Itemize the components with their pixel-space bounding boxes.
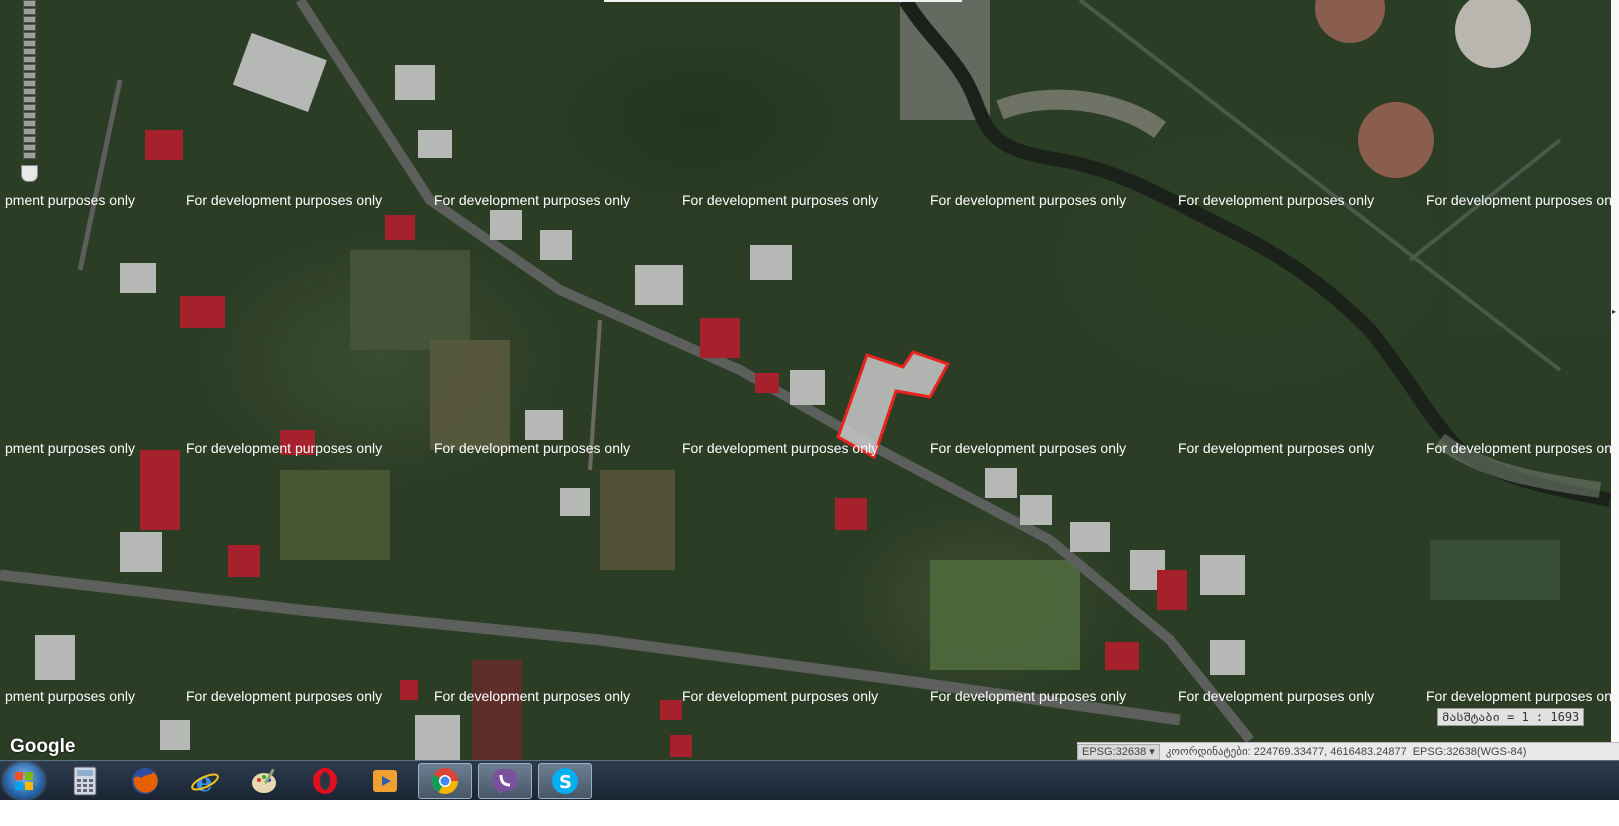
satellite-imagery xyxy=(0,0,1619,760)
watermark: For development purposes only xyxy=(1426,688,1619,704)
google-logo: Google xyxy=(10,736,76,757)
chrome-icon[interactable] xyxy=(418,763,472,799)
svg-text:S: S xyxy=(559,772,572,793)
skype-icon[interactable]: S xyxy=(538,763,592,799)
internet-explorer-icon[interactable]: e xyxy=(178,763,232,799)
zoom-level-tick[interactable] xyxy=(23,64,36,71)
svg-text:e: e xyxy=(196,768,213,796)
watermark: For development purposes only xyxy=(186,688,383,704)
zoom-level-tick[interactable] xyxy=(23,144,36,151)
viber-icon[interactable] xyxy=(478,763,532,799)
zoom-level-tick[interactable] xyxy=(23,96,36,103)
media-player-icon[interactable] xyxy=(358,763,412,799)
watermark: For development purposes only xyxy=(434,192,631,208)
zoom-slider[interactable] xyxy=(21,0,38,184)
zoom-level-tick[interactable] xyxy=(23,40,36,47)
zoom-level-tick[interactable] xyxy=(23,104,36,111)
watermark: For development purposes only xyxy=(682,192,879,208)
watermark: For development purposes only xyxy=(1426,192,1619,208)
side-panel-toggle[interactable]: ▸ xyxy=(1611,0,1619,760)
map-status-bar: EPSG:32638 ▾ კოორდინატები: 224769.33477,… xyxy=(1077,742,1619,761)
zoom-level-tick[interactable] xyxy=(23,24,36,31)
zoom-level-tick[interactable] xyxy=(23,48,36,55)
zoom-level-tick[interactable] xyxy=(23,120,36,127)
calculator-icon[interactable] xyxy=(58,763,112,799)
coordinates-readout: კოორდინატები: 224769.33477, 4616483.2487… xyxy=(1165,746,1407,758)
zoom-level-tick[interactable] xyxy=(23,152,36,159)
watermark: pment purposes only xyxy=(5,688,135,704)
crs-select[interactable]: EPSG:32638 ▾ xyxy=(1077,744,1160,760)
watermark: pment purposes only xyxy=(5,192,135,208)
zoom-level-tick[interactable] xyxy=(23,32,36,39)
taskbar: e S xyxy=(0,760,1619,801)
watermark: pment purposes only xyxy=(5,440,135,456)
firefox-icon[interactable] xyxy=(118,763,172,799)
watermark: For development purposes only xyxy=(682,688,879,704)
paint-icon[interactable] xyxy=(238,763,292,799)
zoom-level-tick[interactable] xyxy=(23,128,36,135)
zoom-level-tick[interactable] xyxy=(23,80,36,87)
scale-indicator: მასშტაბი = 1 : 1693 xyxy=(1437,708,1585,726)
watermark: For development purposes only xyxy=(186,192,383,208)
zoom-level-tick[interactable] xyxy=(23,88,36,95)
watermark: For development purposes only xyxy=(1178,688,1375,704)
opera-icon[interactable] xyxy=(298,763,352,799)
windows-start-icon[interactable] xyxy=(4,763,44,799)
watermark: For development purposes only xyxy=(186,440,383,456)
zoom-level-tick[interactable] xyxy=(23,16,36,23)
zoom-level-tick[interactable] xyxy=(23,56,36,63)
crs-info: EPSG:32638(WGS-84) xyxy=(1412,746,1527,758)
zoom-level-tick[interactable] xyxy=(23,112,36,119)
map-view[interactable]: pment purposes only For development purp… xyxy=(0,0,1619,788)
watermark: For development purposes only xyxy=(1178,192,1375,208)
watermark: For development purposes only xyxy=(434,440,631,456)
watermark: For development purposes only xyxy=(682,440,879,456)
chevron-right-icon[interactable]: ▸ xyxy=(1612,307,1616,316)
watermark: For development purposes only xyxy=(1178,440,1375,456)
watermark: For development purposes only xyxy=(930,192,1127,208)
zoom-slider-thumb[interactable] xyxy=(21,165,38,182)
watermark: For development purposes only xyxy=(434,688,631,704)
screen-bottom-edge xyxy=(0,800,1619,826)
watermark: For development purposes only xyxy=(1426,440,1619,456)
watermark: For development purposes only xyxy=(930,688,1127,704)
zoom-level-tick[interactable] xyxy=(23,136,36,143)
watermark: For development purposes only xyxy=(930,440,1127,456)
zoom-level-tick[interactable] xyxy=(23,0,36,7)
zoom-level-tick[interactable] xyxy=(23,8,36,15)
top-panel-edge xyxy=(604,0,962,2)
zoom-level-tick[interactable] xyxy=(23,72,36,79)
